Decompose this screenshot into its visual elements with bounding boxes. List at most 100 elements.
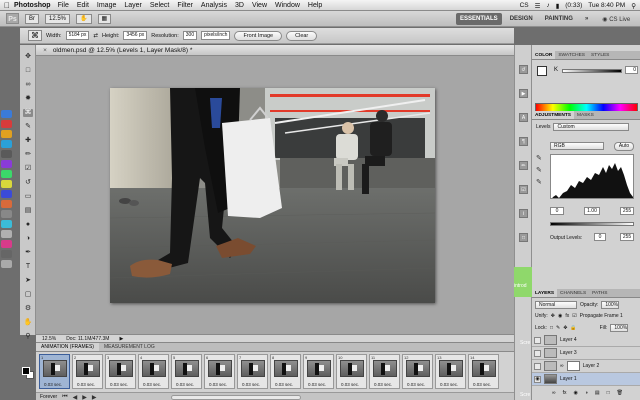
layer-style-icon[interactable]: fx [563,390,567,396]
tab-styles[interactable]: STYLES [588,51,612,59]
menu-window[interactable]: Window [275,2,300,9]
animation-frame[interactable]: 7 0.03 sec. [237,354,268,389]
color-panel-swatch[interactable] [537,66,547,76]
zoom-tool-icon[interactable]: ⚲ [23,333,33,341]
menu-select[interactable]: Select [150,2,169,9]
animation-frame[interactable]: 13 0.03 sec. [435,354,466,389]
lock-image-icon[interactable]: ✎ [556,325,560,331]
layer-name[interactable]: Layer 2 [583,363,600,369]
frame-delay[interactable]: 0.03 sec. [275,382,293,387]
brushes-panel-icon[interactable]: ✏ [519,161,528,170]
menu-layer[interactable]: Layer [124,2,142,9]
animation-frame[interactable]: 9 0.03 sec. [303,354,334,389]
eyedropper-tool-icon[interactable]: ✎ [23,123,33,131]
width-field[interactable]: 5184 px [65,31,90,40]
animation-frame[interactable]: 8 0.03 sec. [270,354,301,389]
menu-file[interactable]: File [58,2,69,9]
status-zoom[interactable]: 12.5% [42,336,56,342]
unify-style-icon[interactable]: fx [565,313,569,319]
tab-animation-frames[interactable]: ANIMATION (FRAMES) [36,343,99,351]
tab-channels[interactable]: CHANNELS [557,289,589,297]
unify-position-icon[interactable]: ✥ [551,313,555,319]
layer-visibility-icon[interactable]: ◉ [534,375,541,383]
foreground-color-swatch[interactable] [22,367,30,375]
channel-dropdown[interactable]: RGB [550,142,604,150]
crop-tool-icon[interactable]: ⌘ [28,30,42,41]
workspace-essentials[interactable]: ESSENTIALS [456,13,502,25]
lock-position-icon[interactable]: ✥ [563,325,567,331]
swap-icon[interactable]: ⇄ [93,33,98,39]
arrange-documents-button[interactable]: ▦ [97,13,112,24]
opacity-field[interactable]: 100% [601,301,620,309]
output-levels-gradient[interactable] [550,222,634,226]
clock[interactable]: Tue 8:40 PM [588,2,625,9]
dock-app-icon[interactable] [1,140,12,148]
dock-app-icon[interactable] [1,220,12,228]
lock-transparency-icon[interactable]: □ [550,325,553,331]
status-arrow-icon[interactable]: ▶ [119,336,123,342]
battery-icon[interactable]: ▮ [556,2,560,10]
workspace-design[interactable]: DESIGN [506,13,537,25]
auto-button[interactable]: Auto [614,142,634,151]
play-icon[interactable]: ▶ [82,394,87,400]
add-mask-icon[interactable]: ◉ [573,390,577,396]
tab-adjustments[interactable]: ADJUSTMENTS [532,111,574,119]
dock-trash-icon[interactable] [1,260,12,268]
fill-field[interactable]: 100% [610,324,629,332]
dock-app-icon[interactable] [1,200,12,208]
dock-app-icon[interactable] [1,170,12,178]
animation-frame[interactable]: 2 0.03 sec. [72,354,103,389]
frame-delay[interactable]: 0.03 sec. [341,382,359,387]
input-gamma-field[interactable]: 1.00 [584,207,600,215]
tab-measurement-log[interactable]: MEASUREMENT LOG [99,343,160,351]
k-slider[interactable] [562,69,622,73]
frame-delay[interactable]: 0.03 sec. [440,382,458,387]
dock-app-icon[interactable] [1,130,12,138]
crop-tool-icon[interactable]: ⌘ [23,109,33,117]
dock-app-icon[interactable] [1,250,12,258]
layer-row[interactable]: Layer 4 [532,334,640,347]
menu-filter[interactable]: Filter [177,2,193,9]
black-point-eyedropper-icon[interactable]: ✎ [536,155,544,163]
eraser-tool-icon[interactable]: ▭ [23,193,33,201]
delete-layer-icon[interactable]: 🗑 [617,390,623,396]
clear-button[interactable]: Clear [286,30,318,41]
menu-3d[interactable]: 3D [235,2,244,9]
marquee-tool-icon[interactable]: □ [23,67,33,75]
link-layers-icon[interactable]: ∞ [552,390,556,396]
type-tool-icon[interactable]: T [23,263,33,271]
dock-app-icon[interactable] [1,150,12,158]
blend-mode-dropdown[interactable]: Normal [535,301,577,309]
next-frame-icon[interactable]: ▶ [92,394,97,400]
dock-app-icon[interactable] [1,240,12,248]
history-brush-tool-icon[interactable]: ↺ [23,179,33,187]
blur-tool-icon[interactable]: ● [23,221,33,229]
frame-delay[interactable]: 0.03 sec. [143,382,161,387]
output-white-field[interactable]: 255 [620,233,634,241]
output-black-field[interactable]: 0 [594,233,606,241]
pen-tool-icon[interactable]: ✒ [23,249,33,257]
menu-app-name[interactable]: Photoshop [14,2,51,9]
input-black-field[interactable]: 0 [550,207,564,215]
spotlight-icon[interactable]: ⚲ [631,2,636,10]
volume-icon[interactable]: ♪ [546,2,549,9]
input-white-field[interactable]: 255 [620,207,634,215]
layer-row[interactable]: Layer 3 [532,347,640,360]
unify-visibility-icon[interactable]: ◉ [558,313,562,319]
animation-frame[interactable]: 1 0.03 sec. [39,354,70,389]
layer-name[interactable]: Layer 1 [560,376,577,382]
dock-app-icon[interactable] [1,210,12,218]
close-document-icon[interactable]: × [42,45,48,56]
adjustment-layer-icon[interactable]: ◑ [585,390,588,396]
first-frame-icon[interactable]: ⏮ [62,394,67,400]
brush-tool-icon[interactable]: ✏ [23,151,33,159]
move-tool-icon[interactable]: ✥ [23,53,33,61]
frame-delay[interactable]: 0.03 sec. [242,382,260,387]
dodge-tool-icon[interactable]: ◑ [23,235,33,243]
menu-edit[interactable]: Edit [77,2,89,9]
image-canvas[interactable] [110,88,435,303]
menu-analysis[interactable]: Analysis [201,2,227,9]
animation-frame[interactable]: 5 0.03 sec. [171,354,202,389]
apple-icon[interactable]:  [0,0,14,11]
frame-delay[interactable]: 0.03 sec. [308,382,326,387]
